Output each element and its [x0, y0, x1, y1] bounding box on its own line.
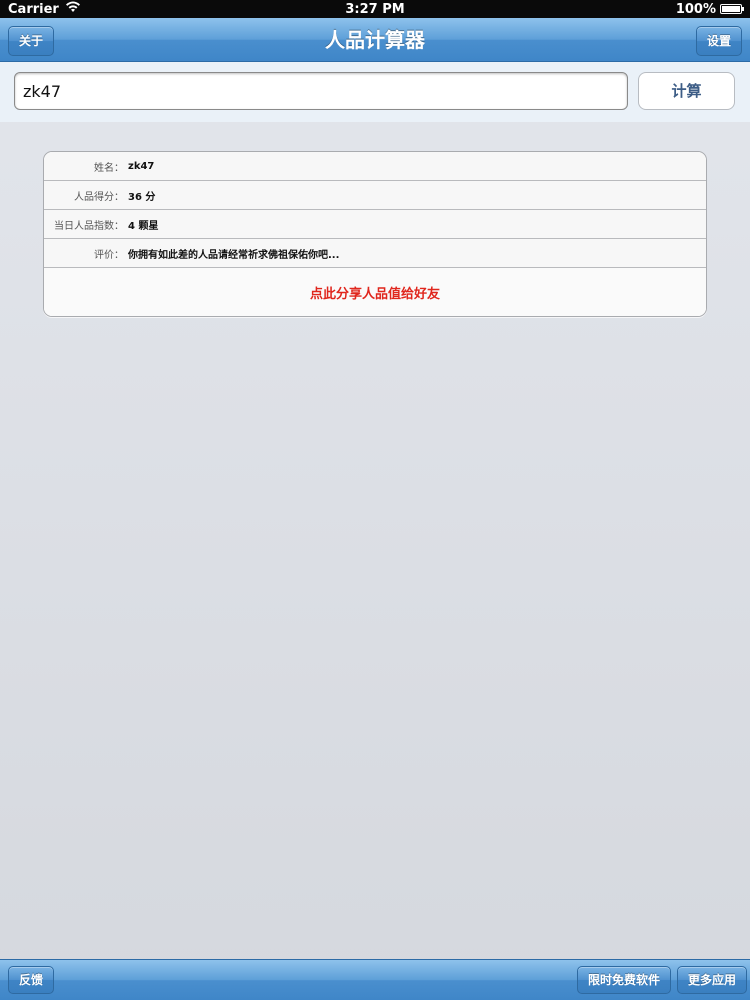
row-value: 4 颗星: [128, 220, 159, 232]
row-value: 你拥有如此差的人品请经常祈求佛祖保佑你吧...: [128, 249, 340, 261]
about-button[interactable]: 关于: [8, 26, 55, 56]
row-value: zk47: [128, 160, 155, 172]
name-input[interactable]: [14, 72, 628, 110]
row-label: 人品得分：: [74, 191, 124, 203]
result-row-comment: 评价： 你拥有如此差的人品请经常祈求佛祖保佑你吧...: [44, 239, 706, 268]
calculate-button[interactable]: 计算: [638, 72, 735, 110]
status-bar: Carrier 3:27 PM 100%: [0, 0, 750, 18]
feedback-button[interactable]: 反馈: [8, 966, 55, 994]
result-row-index: 当日人品指数： 4 颗星: [44, 210, 706, 239]
row-label: 姓名：: [94, 162, 124, 174]
row-label: 当日人品指数：: [54, 220, 124, 232]
row-label: 评价：: [94, 249, 124, 261]
status-right: 100%: [675, 1, 744, 17]
status-left: Carrier: [8, 1, 81, 17]
more-apps-button[interactable]: 更多应用: [677, 966, 748, 994]
battery-percent: 100%: [675, 1, 716, 17]
free-apps-button[interactable]: 限时免费软件: [577, 966, 672, 994]
wifi-icon: [65, 1, 81, 17]
share-button[interactable]: 点此分享人品值给好友: [44, 268, 706, 316]
search-area: 计算: [0, 62, 750, 122]
bottom-toolbar: 反馈 限时免费软件 更多应用: [0, 959, 750, 1000]
result-card: 姓名： zk47 人品得分： 36 分 当日人品指数： 4 颗星 评价： 你拥有…: [43, 151, 707, 317]
result-row-score: 人品得分： 36 分: [44, 181, 706, 210]
status-time: 3:27 PM: [345, 1, 405, 17]
navigation-bar: 人品计算器 关于 设置: [0, 18, 750, 62]
page-title: 人品计算器: [325, 28, 425, 52]
carrier-label: Carrier: [8, 1, 59, 17]
result-row-name: 姓名： zk47: [44, 152, 706, 181]
battery-icon: [720, 4, 744, 14]
settings-button[interactable]: 设置: [695, 26, 742, 56]
row-value: 36 分: [128, 191, 156, 203]
